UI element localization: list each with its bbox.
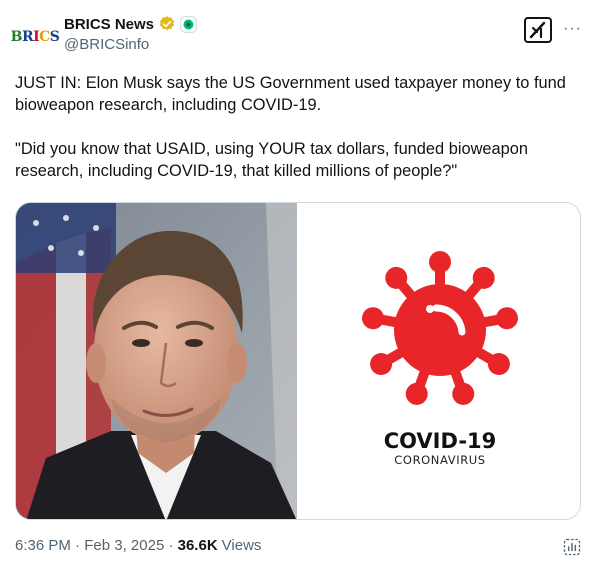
person-photo[interactable] (16, 203, 297, 519)
avatar[interactable]: BRICS (11, 16, 60, 58)
name-row: BRICS News (64, 14, 197, 34)
post-date[interactable]: Feb 3, 2025 (84, 537, 164, 554)
post-analytics-icon[interactable] (562, 537, 582, 557)
virus-icon (362, 251, 518, 405)
views-count: 36.6K (177, 537, 218, 554)
grok-icon[interactable] (524, 17, 552, 43)
affiliate-badge-icon[interactable] (180, 15, 197, 33)
covid-logo-panel[interactable]: COVID-19 CORONAVIRUS (298, 203, 580, 519)
covid-subtitle: CORONAVIRUS (394, 453, 486, 467)
meta-separator: · (164, 537, 178, 554)
media-container[interactable]: COVID-19 CORONAVIRUS (15, 202, 581, 520)
tweet-header: BRICS News @BRICSinfo (64, 14, 197, 53)
display-name[interactable]: BRICS News (64, 16, 154, 33)
covid-title: COVID-19 (383, 429, 497, 453)
tweet-text: JUST IN: Elon Musk says the US Governmen… (15, 72, 585, 182)
more-icon[interactable]: ··· (563, 20, 582, 38)
tweet-meta: 6:36 PM · Feb 3, 2025 · 36.6K Views (15, 537, 261, 554)
views-label: Views (221, 537, 262, 554)
meta-separator: · (70, 537, 85, 554)
handle[interactable]: @BRICSinfo (64, 36, 197, 53)
verified-badge-icon (159, 16, 175, 31)
tweet-paragraph: "Did you know that USAID, using YOUR tax… (15, 140, 533, 180)
tweet-paragraph: JUST IN: Elon Musk says the US Governmen… (15, 74, 571, 114)
avatar-logo-text: BRICS (10, 29, 60, 45)
post-time[interactable]: 6:36 PM (15, 537, 71, 554)
